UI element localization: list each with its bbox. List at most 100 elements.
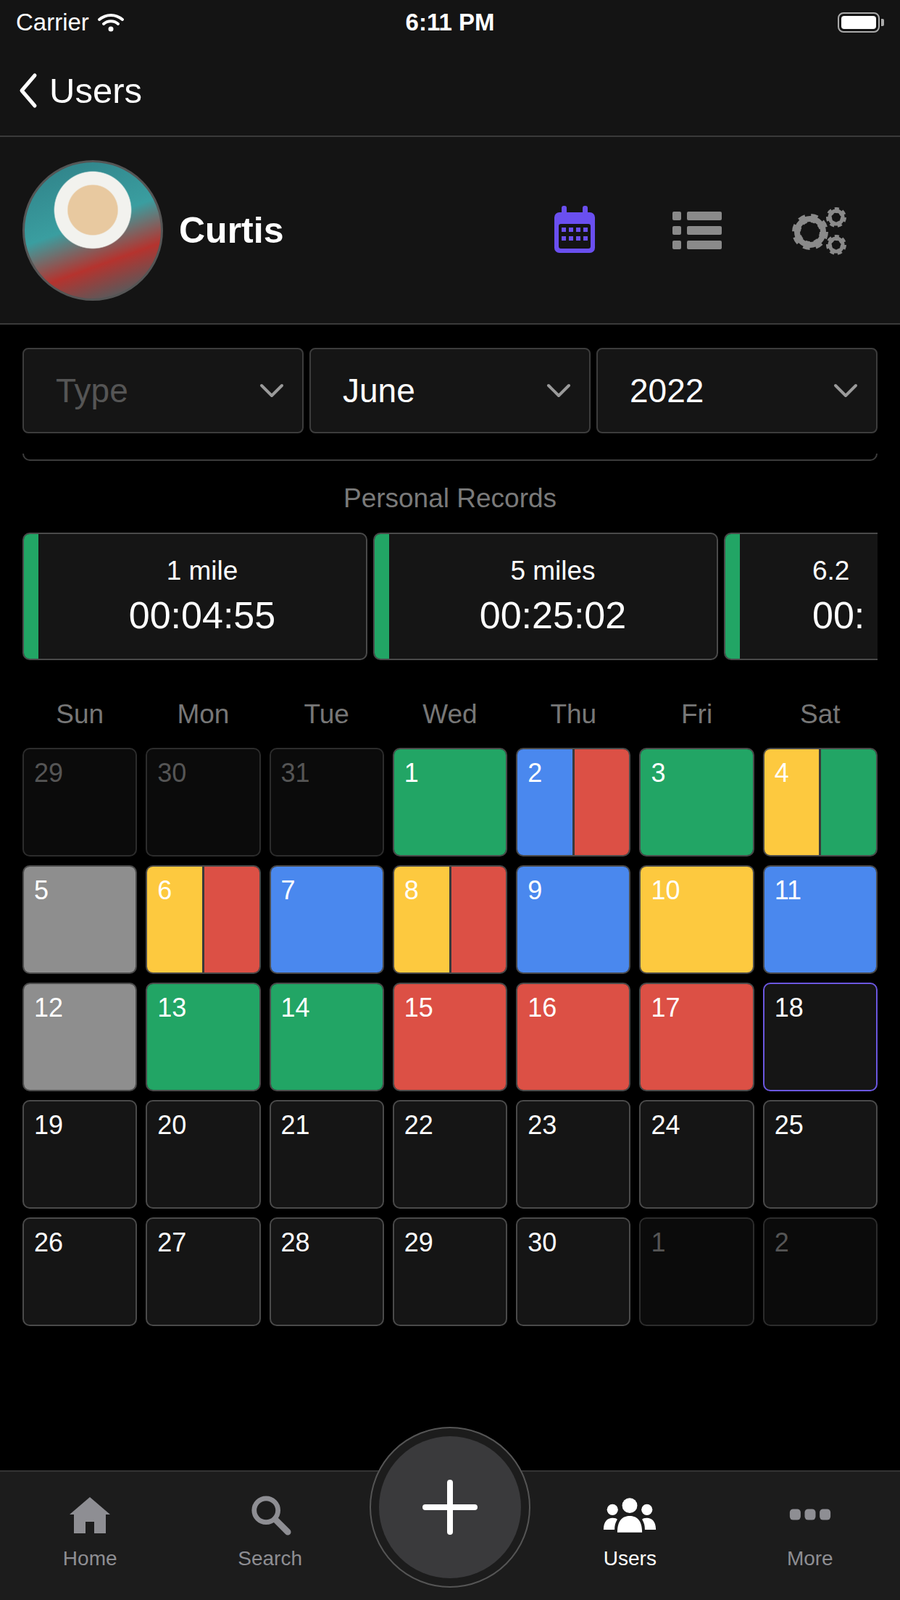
calendar-day[interactable]: 25: [763, 1100, 878, 1209]
calendar-day[interactable]: 5: [22, 865, 137, 974]
calendar-day[interactable]: 15: [392, 982, 508, 1092]
avatar-image: [22, 160, 164, 301]
calendar-day[interactable]: 13: [145, 982, 261, 1092]
tab-item[interactable]: Search: [179, 1471, 360, 1600]
gear-icon: [786, 202, 853, 258]
calendar-day[interactable]: 16: [515, 982, 631, 1092]
record-label: 5 miles: [510, 555, 595, 587]
weekday-header: SunMonTueWedThuFriSat: [0, 697, 900, 732]
tab-item[interactable]: Users: [539, 1471, 720, 1600]
weekday-label: Sat: [763, 697, 878, 732]
calendar-day[interactable]: 11: [763, 865, 878, 974]
back-button[interactable]: Users: [17, 70, 143, 111]
nav-bar: Users: [0, 44, 900, 137]
day-number: 30: [147, 749, 259, 789]
calendar-day[interactable]: 31: [269, 747, 385, 857]
day-number: 4: [764, 749, 877, 789]
weekday-label: Wed: [392, 697, 508, 732]
calendar-grid: 2930311234567891011121314151617181920212…: [0, 747, 900, 1327]
profile-row: Curtis: [0, 136, 900, 325]
day-number: 28: [271, 1218, 383, 1258]
view-button[interactable]: [538, 194, 611, 267]
day-number: 24: [640, 1101, 753, 1141]
calendar-day[interactable]: 27: [145, 1217, 261, 1327]
record-card[interactable]: 5 miles00:25:02: [373, 532, 719, 661]
calendar-day[interactable]: 2: [515, 747, 631, 857]
add-button[interactable]: [369, 1426, 531, 1588]
dropdown[interactable]: 2022: [596, 347, 878, 434]
calendar-day[interactable]: 19: [22, 1100, 137, 1209]
record-card[interactable]: 6.200:: [723, 532, 878, 661]
day-number: 29: [23, 749, 136, 789]
day-number: 10: [640, 866, 753, 906]
day-number: 16: [517, 984, 629, 1024]
day-number: 11: [764, 866, 877, 906]
calendar-day[interactable]: 21: [269, 1100, 385, 1209]
day-number: 20: [147, 1101, 259, 1141]
tab-item[interactable]: More: [720, 1471, 900, 1600]
calendar-day[interactable]: 20: [145, 1100, 261, 1209]
day-number: 1: [394, 749, 506, 789]
calendar-day[interactable]: 14: [269, 982, 385, 1092]
day-number: 6: [147, 866, 259, 906]
calendar-day[interactable]: 4: [763, 747, 878, 857]
carrier-label: Carrier: [15, 8, 90, 37]
calendar-day[interactable]: 3: [639, 747, 754, 857]
calendar-day[interactable]: 24: [639, 1100, 754, 1209]
day-number: 9: [517, 866, 629, 906]
dropdown[interactable]: June: [309, 347, 591, 434]
day-number: 21: [271, 1101, 383, 1141]
calendar-day[interactable]: 9: [515, 865, 631, 974]
home-icon: [66, 1493, 114, 1536]
view-button[interactable]: [783, 194, 856, 267]
day-number: 23: [517, 1101, 629, 1141]
users-icon: [602, 1493, 658, 1536]
day-number: 8: [394, 866, 506, 906]
calendar-day[interactable]: 8: [392, 865, 508, 974]
weekday-label: Sun: [22, 697, 137, 732]
day-number: 2: [517, 749, 629, 789]
search-icon: [249, 1493, 292, 1536]
calendar-day[interactable]: 23: [515, 1100, 631, 1209]
calendar-day[interactable]: 10: [639, 865, 754, 974]
day-number: 14: [271, 984, 383, 1024]
records-strip[interactable]: 1 mile00:04:555 miles00:25:026.200:: [0, 532, 900, 661]
status-bar: Carrier 6:11 PM: [0, 0, 900, 45]
calendar-day[interactable]: 1: [639, 1217, 754, 1327]
plus-icon: [421, 1478, 479, 1537]
clock: 6:11 PM: [405, 8, 495, 37]
calendar-day[interactable]: 18: [763, 982, 878, 1092]
view-button[interactable]: [660, 194, 734, 267]
calendar-day[interactable]: 22: [392, 1100, 508, 1209]
chevron-left-icon: [17, 72, 40, 109]
tab-item[interactable]: Home: [0, 1471, 180, 1600]
tab-bar: HomeSearch UsersMore: [0, 1470, 900, 1600]
calendar-day[interactable]: 1: [392, 747, 508, 857]
calendar-day[interactable]: 26: [22, 1217, 137, 1327]
calendar-day[interactable]: 30: [145, 747, 261, 857]
record-time: 00:: [812, 593, 865, 637]
weekday-label: Fri: [639, 697, 754, 732]
calendar-day[interactable]: 2: [763, 1217, 878, 1327]
calendar-day[interactable]: 6: [145, 865, 261, 974]
weekday-label: Tue: [269, 697, 385, 732]
list-icon: [671, 210, 724, 251]
dropdown[interactable]: Type: [22, 347, 304, 434]
day-number: 30: [517, 1218, 629, 1258]
calendar-day[interactable]: 29: [392, 1217, 508, 1327]
calendar-day[interactable]: 7: [269, 865, 385, 974]
day-number: 7: [271, 866, 383, 906]
battery-icon: [666, 12, 885, 33]
day-number: 27: [147, 1218, 259, 1258]
calendar-day[interactable]: 28: [269, 1217, 385, 1327]
calendar-day[interactable]: 12: [22, 982, 137, 1092]
record-card[interactable]: 1 mile00:04:55: [22, 532, 368, 661]
records-title: Personal Records: [0, 482, 900, 515]
record-label: 6.2: [812, 555, 850, 587]
calendar-day[interactable]: 17: [639, 982, 754, 1092]
day-number: 26: [23, 1218, 136, 1258]
scroll-edge: [22, 453, 878, 461]
day-number: 13: [147, 984, 259, 1024]
calendar-day[interactable]: 29: [22, 747, 137, 857]
calendar-day[interactable]: 30: [515, 1217, 631, 1327]
